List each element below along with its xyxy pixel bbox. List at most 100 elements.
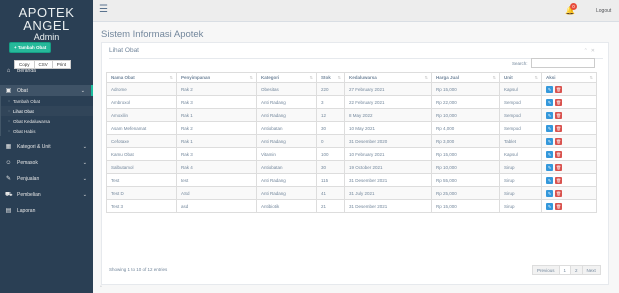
column-header-label: Kedaluwarsa (349, 75, 377, 80)
sort-icon: ⇅ (589, 75, 593, 80)
edit-icon[interactable]: ✎ (546, 176, 553, 184)
pagination-page-2[interactable]: 2 (571, 265, 583, 275)
print-button[interactable]: Print (52, 60, 72, 69)
cell-kedaluwarsa: 31 Desember 2020 (344, 134, 432, 148)
trash-icon[interactable]: 🗑 (555, 111, 562, 119)
column-header-nama-obat[interactable]: Nama Obat ⇅ (106, 72, 177, 83)
column-header-label: Nama Obat (111, 75, 135, 80)
sidebar-item-label: Pembelian (17, 191, 41, 198)
pagination-page-1[interactable]: 1 (559, 265, 572, 275)
edit-icon[interactable]: ✎ (546, 137, 553, 145)
cell-harga-jual: Rp 22,000 (431, 95, 500, 109)
collapse-icon[interactable]: ⌃ (584, 48, 591, 54)
cell-nama-obat: Test (106, 173, 177, 187)
edit-icon: ✎ (5, 176, 12, 182)
column-header-unit[interactable]: Unit ⇅ (499, 72, 542, 83)
add-obat-button[interactable]: + Tambah Obat (9, 42, 52, 53)
cell-harga-jual: Rp 10,000 (431, 108, 500, 122)
cell-kategori: Anti Radang (256, 186, 317, 200)
sidebar-subitem-obat-habis[interactable]: Obat Habis (1, 126, 93, 136)
column-header-harga-jual[interactable]: Harga Jual ⇅ (431, 72, 500, 83)
trash-icon[interactable]: 🗑 (555, 124, 562, 132)
cell-kategori: Antiobatan (256, 121, 317, 135)
trash-icon[interactable]: 🗑 (555, 163, 562, 171)
chevron-down-icon: ⌄ (80, 88, 85, 94)
table-header-row: Nama Obat ⇅ Penyimpanan ⇅ Kategori ⇅ Stok ⇅ … (106, 72, 597, 83)
cell-stok: 12 (316, 108, 345, 122)
cell-kedaluwarsa: 8 May 2022 (344, 108, 432, 122)
edit-icon[interactable]: ✎ (546, 98, 553, 106)
edit-icon[interactable]: ✎ (546, 163, 553, 171)
page-title: Sistem Informasi Apotek (101, 29, 204, 40)
trash-icon[interactable]: 🗑 (555, 176, 562, 184)
pagination-previous[interactable]: Previous (532, 265, 560, 275)
cell-nama-obat: Amoxilin (106, 108, 177, 122)
cell-penyimpanan: test (176, 173, 257, 187)
copy-button[interactable]: Copy (14, 60, 35, 69)
menu-toggle-icon[interactable]: ☰ (99, 4, 108, 15)
logout-link[interactable]: Logout (596, 8, 611, 14)
sidebar-subitem-label: Lihat Obat (13, 108, 34, 114)
sidebar-item-laporan[interactable]: ▤ Laporan (0, 205, 93, 216)
table-row: Asam Mefenamat Rak 2 Antiobatan 30 10 May 20… (106, 121, 597, 135)
home-icon: ⌂ (6, 67, 11, 74)
cell-unit: Kapsul (499, 147, 542, 161)
cell-nama-obat: Salbutamol (106, 160, 177, 174)
cell-stok: 220 (316, 82, 345, 96)
edit-icon[interactable]: ✎ (546, 124, 553, 132)
cell-aksi: ✎ 🗑 (541, 173, 597, 187)
cell-kategori: Anti Radang (256, 95, 317, 109)
pagination-next[interactable]: Next (582, 265, 601, 275)
cell-stok: 30 (316, 160, 345, 174)
column-header-kedaluwarsa[interactable]: Kedaluwarsa ⇅ (344, 72, 432, 83)
trash-icon[interactable]: 🗑 (555, 98, 562, 106)
panel-tools[interactable]: ⌃✕ (584, 48, 598, 54)
cell-nama-obat: Test 3 (106, 199, 177, 213)
sidebar-subitem-label: Obat Habis (13, 128, 36, 134)
users-icon: ☺ (5, 159, 12, 166)
edit-icon[interactable]: ✎ (546, 150, 553, 158)
trash-icon[interactable]: 🗑 (555, 202, 562, 210)
sidebar-item-pembelian[interactable]: ⛟ Pembelian ⌄ (0, 189, 93, 200)
trash-icon[interactable]: 🗑 (555, 189, 562, 197)
sidebar-item-kategori[interactable]: ▦ Kategori & Unit ⌄ (0, 141, 93, 152)
sidebar-item-pemasok[interactable]: ☺ Pemasok ⌄ (0, 157, 93, 168)
column-header-aksi[interactable]: Aksi ⇅ (541, 72, 597, 83)
cell-harga-jual: Rp 15,000 (431, 147, 500, 161)
sidebar-item-penjualan[interactable]: ✎ Penjualan ⌄ (0, 173, 93, 184)
trash-icon[interactable]: 🗑 (555, 85, 562, 93)
sort-icon: ⇅ (534, 75, 538, 80)
edit-icon[interactable]: ✎ (546, 111, 553, 119)
trash-icon[interactable]: 🗑 (555, 150, 562, 158)
column-header-penyimpanan[interactable]: Penyimpanan ⇅ (176, 72, 257, 83)
cell-harga-jual: Rp 3,000 (431, 134, 500, 148)
close-icon[interactable]: ✕ (591, 48, 598, 54)
sidebar-item-obat[interactable]: ▣ Obat ⌄ (0, 85, 93, 96)
column-header-label: Harga Jual (436, 75, 460, 80)
cell-nama-obat: Adrome (106, 82, 177, 96)
csv-button[interactable]: CSV (34, 60, 53, 69)
trash-icon[interactable]: 🗑 (555, 137, 562, 145)
edit-icon[interactable]: ✎ (546, 189, 553, 197)
edit-icon[interactable]: ✎ (546, 85, 553, 93)
search-input[interactable] (531, 58, 595, 68)
sidebar-subitem-lihat-obat[interactable]: Lihat Obat (1, 106, 93, 116)
cell-nama-obat: Ambroxol (106, 95, 177, 109)
sidebar-item-label: Laporan (17, 207, 36, 214)
sidebar-subitem-tambah-obat[interactable]: Tambah Obat (1, 96, 93, 106)
cell-unit: Sirup (499, 173, 542, 187)
sort-icon: ⇅ (249, 75, 253, 80)
export-buttons: Copy CSV Print (14, 60, 72, 69)
divider (109, 58, 603, 59)
cell-nama-obat: Cefotaxe (106, 134, 177, 148)
sidebar-item-label: Pemasok (17, 159, 38, 166)
cell-penyimpanan: asd (176, 199, 257, 213)
cell-penyimpanan: Rak 1 (176, 134, 257, 148)
cell-penyimpanan: Rak 1 (176, 108, 257, 122)
column-header-stok[interactable]: Stok ⇅ (316, 72, 345, 83)
edit-icon[interactable]: ✎ (546, 202, 553, 210)
sidebar-subitem-obat-kedaluwarsa[interactable]: Obat Kedaluwarsa (1, 116, 93, 126)
brand[interactable]: APOTEK ANGEL Admin (0, 6, 93, 42)
column-header-kategori[interactable]: Kategori ⇅ (256, 72, 317, 83)
sidebar-submenu-obat: Tambah Obat Lihat Obat Obat Kedaluwarsa … (0, 96, 93, 136)
